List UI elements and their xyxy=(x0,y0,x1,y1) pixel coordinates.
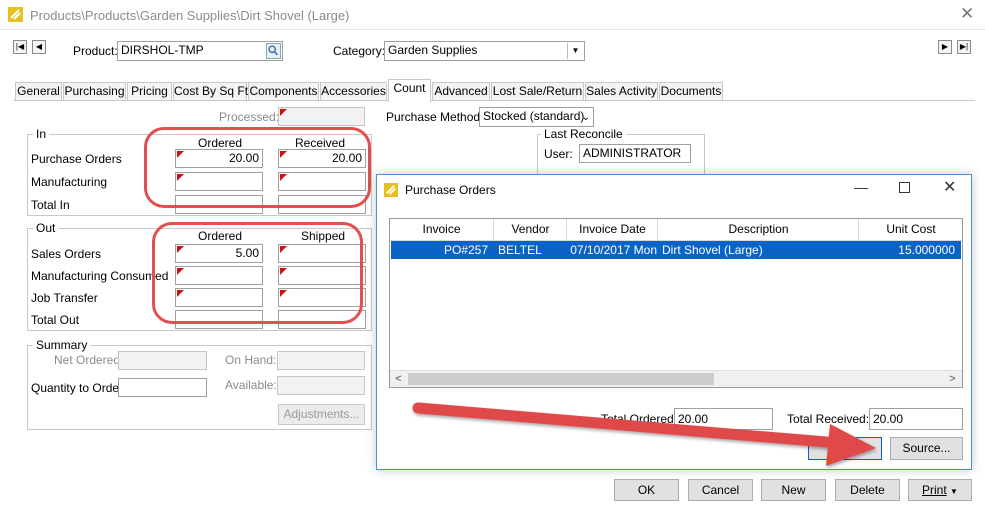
annotation-arrow xyxy=(412,402,876,466)
